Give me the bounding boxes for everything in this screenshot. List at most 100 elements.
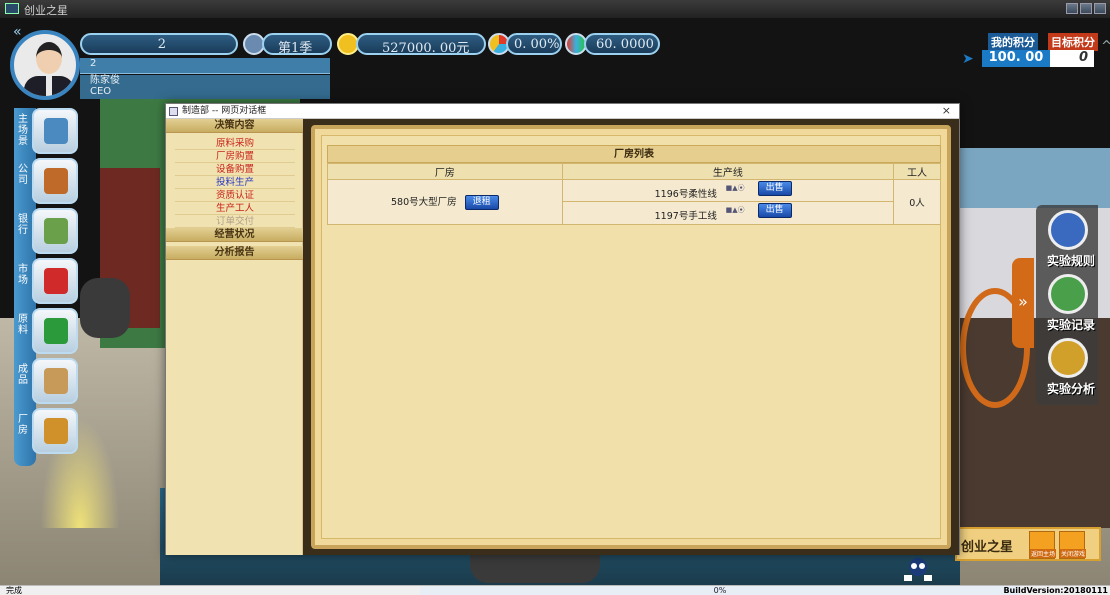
mascot-graphic [904,558,932,581]
left-menu-button[interactable] [32,108,78,154]
left-menu-item[interactable]: 原料 [14,308,80,358]
line-status-icons[interactable]: ■▲⦿ [726,205,745,215]
cash-value: 527000. 00元 [382,41,470,56]
scene-sofa [80,278,130,338]
player-number: 2 [157,37,166,52]
production-lines-cell: 1196号柔性线 ■▲⦿ 出售 1197号手工线 ■▲⦿ 出售 [561,179,895,225]
left-menu-label: 市场 [18,264,28,286]
nav-section-operations[interactable]: 经营状况 [166,228,303,242]
left-menu-item[interactable]: 市场 [14,258,80,308]
progress-text: 0% [713,586,727,595]
parchment-frame: 厂房列表 厂房 生产线 工人 580号大型厂房 退租 1196号柔性线 ■▲⦿ 出售 11… [311,125,951,549]
collapse-hud-icon[interactable]: « [13,24,22,40]
terminate-lease-button[interactable]: 退租 [464,195,499,210]
right-menu-item[interactable]: 实验分析 [1040,338,1100,400]
nav-item[interactable]: 设备购置 [175,163,295,176]
home-button[interactable]: 返回主场 [1029,531,1056,559]
window-title: 创业之星 [24,4,68,17]
target-score-value: 0 [1050,50,1094,67]
left-menu-label: 厂房 [18,414,28,436]
right-menu-item[interactable]: 实验规则 [1040,210,1100,272]
workers-cell: 0人 [893,179,941,225]
avatar-tie [46,76,52,96]
avatar[interactable] [10,30,80,100]
shopping-cart-icon [44,268,68,294]
nav-item[interactable]: 原料采购 [175,137,295,150]
manufacturing-dialog: 制造部 -- 网页对话框 × 决策内容 原料采购 厂房购置 设备购置 投料生产 资质认证… [165,103,960,555]
left-menu-label: 成品 [18,364,28,386]
close-window-button[interactable] [1094,3,1106,14]
nav-item[interactable]: 生产工人 [175,202,295,215]
build-version: BuildVersion:20180111 [1003,586,1108,595]
left-menu-item[interactable]: 厂房 [14,408,80,458]
sell-line-button[interactable]: 出售 [757,181,792,196]
left-menu-button[interactable] [32,308,78,354]
window-controls [1066,3,1106,14]
right-menu-toggle[interactable]: » [1012,258,1034,348]
factory-row: 580号大型厂房 退租 1196号柔性线 ■▲⦿ 出售 1197号手工线 ■▲⦿ 出售 0人 [327,179,941,225]
production-line: 1197号手工线 ■▲⦿ 出售 [563,202,893,224]
factory-table-header: 厂房 生产线 工人 [327,163,941,180]
column-header: 厂房 [327,163,563,180]
nav-item[interactable]: 厂房购置 [175,150,295,163]
player-number-field: 2 [80,33,238,55]
mascot-icon [898,555,938,583]
barrels-icon [44,318,68,344]
column-header: 工人 [893,163,941,180]
nav-item[interactable]: 投料生产 [175,176,295,189]
app-icon [5,3,19,14]
line-status-icons[interactable]: ■▲⦿ [726,183,745,193]
money-icon [44,218,68,244]
quarter-field: 第1季 [262,33,332,56]
factory-list-title: 厂房列表 [327,145,941,163]
market-share-field: 0. 00% [506,33,562,55]
buildings-icon [44,118,68,144]
nav-section-decisions[interactable]: 决策内容 [166,119,303,133]
nav-section-reports[interactable]: 分析报告 [166,246,303,260]
collapse-score-icon[interactable]: ^ [1101,39,1110,54]
quarter-label: 第1季 [278,41,313,56]
maximize-button[interactable] [1080,3,1092,14]
dialog-title: 制造部 -- 网页对话框 [182,106,267,116]
brand-bar: 创业之星 返回主场 关闭游戏 [955,527,1101,561]
factory-name: 580号大型厂房 [391,197,457,208]
left-menu-label: 主场景 [18,114,28,147]
factory-table-body: 580号大型厂房 退租 1196号柔性线 ■▲⦿ 出售 1197号手工线 ■▲⦿ 出售 0人 [327,179,941,225]
left-menu-item[interactable]: 公司 [14,158,80,208]
target-score-label: 目标积分 [1048,33,1098,51]
column-header: 生产线 [561,163,895,180]
nav-item[interactable]: 资质认证 [175,189,295,202]
left-menu-button[interactable] [32,258,78,304]
minimize-button[interactable] [1066,3,1078,14]
arrow-icon: ➤ [962,51,974,67]
window-titlebar: 创业之星 [0,0,1110,18]
player-info-bar: 陈家俊 CEO [80,75,330,99]
left-menu-button[interactable] [32,208,78,254]
left-menu-item[interactable]: 主场景 [14,108,80,158]
player-role: CEO [90,86,112,97]
briefcase-icon [44,168,68,194]
exit-game-button[interactable]: 关闭游戏 [1059,531,1086,559]
exit-button-label: 关闭游戏 [1060,549,1086,558]
my-score-value: 100. 00 [982,50,1050,67]
left-menu-button[interactable] [32,158,78,204]
score-widget: 我的积分 目标积分 ➤ 100. 00 0 ^ [962,29,1110,73]
left-menu-item[interactable]: 成品 [14,358,80,408]
left-menu-item[interactable]: 银行 [14,208,80,258]
right-menu-label: 实验分析 [1046,382,1095,396]
nav-item[interactable]: 订单交付 [175,215,295,228]
dialog-page-icon [169,107,178,116]
sell-line-button[interactable]: 出售 [757,203,792,218]
left-menu-label: 银行 [18,214,28,236]
status-bar: 完成 0% BuildVersion:20180111 [0,585,1110,595]
company-id: 2 [90,58,97,69]
my-score-label: 我的积分 [988,33,1038,51]
left-menu-label: 公司 [18,164,28,186]
close-icon[interactable]: × [942,104,951,118]
left-menu-button[interactable] [32,358,78,404]
score-metric-value: 60. 0000 [596,37,654,52]
right-menu-item[interactable]: 实验记录 [1040,274,1100,336]
production-line: 1196号柔性线 ■▲⦿ 出售 [562,180,894,202]
production-line-name: 1196号柔性线 [654,189,717,200]
left-menu-button[interactable] [32,408,78,454]
